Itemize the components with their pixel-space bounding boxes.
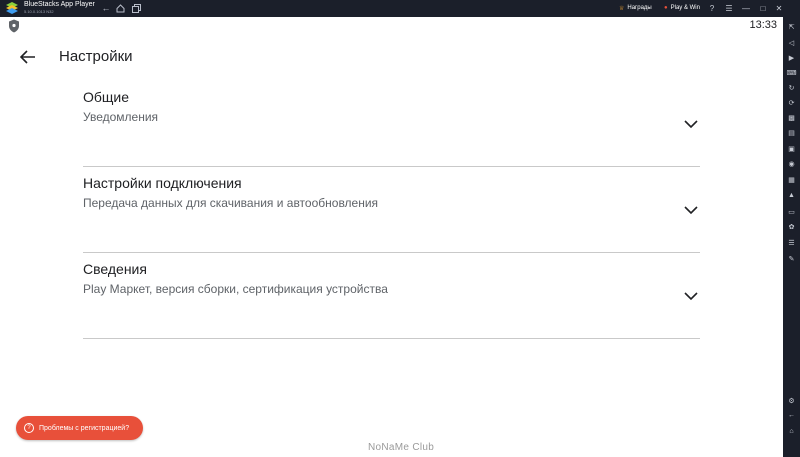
home-icon[interactable]: ⌂ xyxy=(786,426,797,437)
play-win-icon: ● xyxy=(664,5,668,11)
chevron-down-icon[interactable] xyxy=(684,205,698,215)
refresh-icon[interactable]: ⟳ xyxy=(786,97,797,108)
settings-icon[interactable]: ⚙ xyxy=(786,395,797,406)
help-chip-label: Проблемы с регистрацией? xyxy=(39,424,130,432)
section-subtitle: Уведомления xyxy=(83,110,159,124)
gallery-icon[interactable]: ▦ xyxy=(786,174,797,185)
maximize-icon[interactable]: □ xyxy=(757,2,769,14)
macro-icon[interactable]: ▩ xyxy=(786,112,797,123)
section-connection[interactable]: Настройки подключения Передача данных дл… xyxy=(83,167,700,253)
resize-icon[interactable]: ▭ xyxy=(786,206,797,217)
chevron-down-icon[interactable] xyxy=(684,291,698,301)
help-icon[interactable]: ? xyxy=(706,2,718,14)
section-general[interactable]: Общие Уведомления xyxy=(83,81,700,167)
menu-icon[interactable]: ☰ xyxy=(723,2,735,14)
play-win-button[interactable]: ● Play & Win xyxy=(664,2,700,14)
section-title: Сведения xyxy=(83,261,147,277)
section-subtitle: Передача данных для скачивания и автообн… xyxy=(83,196,379,210)
keyboard-icon[interactable]: ⌨ xyxy=(786,67,797,78)
bluestacks-logo xyxy=(6,2,18,14)
registration-help-button[interactable]: ? Проблемы с регистрацией? xyxy=(16,416,143,440)
close-icon[interactable]: ✕ xyxy=(773,2,785,14)
chevron-down-icon[interactable] xyxy=(684,119,698,129)
page-title: Настройки xyxy=(59,48,133,65)
crown-icon: ♕ xyxy=(619,5,625,12)
multi-instance-icon[interactable] xyxy=(130,2,142,14)
status-clock: 13:33 xyxy=(749,19,777,31)
section-about[interactable]: Сведения Play Маркет, версия сборки, сер… xyxy=(83,253,700,339)
section-subtitle: Play Маркет, версия сборки, сертификация… xyxy=(83,282,388,296)
back-icon[interactable]: ← xyxy=(786,410,797,421)
section-title: Общие xyxy=(83,89,130,105)
eco-icon[interactable]: ✿ xyxy=(786,221,797,232)
play-win-label: Play & Win xyxy=(670,5,700,11)
fullscreen-icon[interactable]: ⇱ xyxy=(786,21,797,32)
back-button[interactable] xyxy=(17,46,39,68)
section-title: Настройки подключения xyxy=(83,175,242,191)
rewards-button[interactable]: ♕ Награды xyxy=(619,2,652,14)
layers-icon[interactable]: ☰ xyxy=(786,237,797,248)
back-icon[interactable]: ← xyxy=(100,2,112,14)
app-title: BlueStacks App Player xyxy=(24,1,95,8)
watermark: NoNaMe Club xyxy=(368,442,435,453)
home-icon[interactable] xyxy=(114,2,126,14)
window-titlebar: BlueStacks App Player 5.10.0.1013 N32 ← … xyxy=(0,0,800,17)
performance-icon[interactable]: ▤ xyxy=(786,127,797,138)
question-icon: ? xyxy=(24,423,34,433)
bluestacks-sidebar: ⇱ ◁ ▶ ⌨ ↻ ⟳ ▩ ▤ ▣ ◉ ▦ ▲ ▭ ✿ ☰ ✎ ⚙ ← ⌂ xyxy=(783,17,800,457)
rotate-icon[interactable]: ↻ xyxy=(786,82,797,93)
arrow-back-icon xyxy=(20,50,35,64)
media-icon[interactable]: ▶ xyxy=(786,52,797,63)
minimize-icon[interactable]: — xyxy=(740,2,752,14)
volume-icon[interactable]: ◁ xyxy=(786,37,797,48)
apk-icon[interactable]: ▲ xyxy=(786,190,797,201)
shield-icon xyxy=(9,19,19,33)
screenshot-icon[interactable]: ▣ xyxy=(786,143,797,154)
record-icon[interactable]: ◉ xyxy=(786,158,797,169)
rewards-label: Награды xyxy=(627,5,652,11)
app-version: 5.10.0.1013 N32 xyxy=(24,9,54,14)
script-icon[interactable]: ✎ xyxy=(786,253,797,264)
